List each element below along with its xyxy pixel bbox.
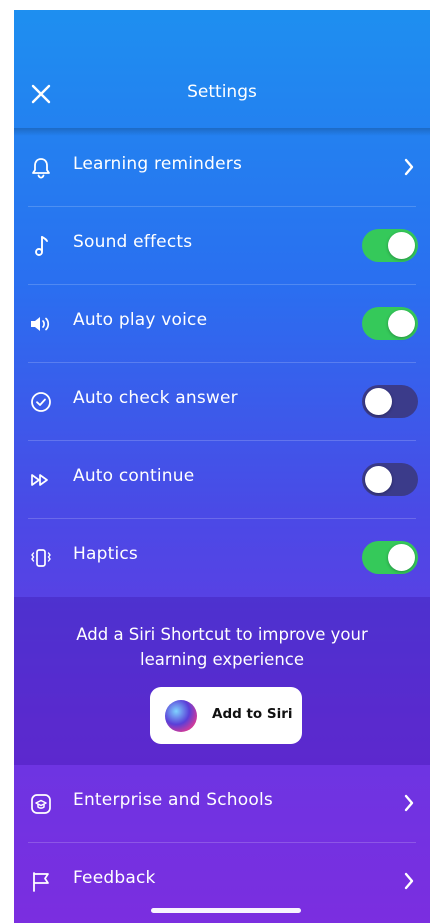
sound-effects-row: Sound effects (14, 207, 430, 285)
toggle-knob (365, 388, 392, 415)
chevron-right-icon (404, 158, 414, 176)
settings-screen: Settings Learning reminders Sound effect… (14, 10, 430, 923)
auto-play-voice-label: Auto play voice (73, 310, 208, 330)
learning-reminders-row[interactable]: Learning reminders (14, 129, 430, 207)
sound-effects-toggle[interactable] (362, 229, 418, 262)
top-bar: Settings (14, 10, 430, 136)
auto-continue-label: Auto continue (73, 466, 195, 486)
auto-check-answer-row: Auto check answer (14, 363, 430, 441)
siri-message: Add a Siri Shortcut to improve your lear… (76, 625, 368, 669)
auto-check-answer-toggle[interactable] (362, 385, 418, 418)
chevron-right-icon (404, 872, 414, 890)
learning-reminders-label: Learning reminders (73, 154, 243, 174)
feedback-label: Feedback (73, 868, 156, 888)
auto-continue-row: Auto continue (14, 441, 430, 519)
bell-icon (32, 158, 50, 179)
enterprise-schools-label: Enterprise and Schools (73, 790, 273, 810)
school-icon (31, 794, 51, 814)
add-to-siri-button[interactable]: Add to Siri (150, 687, 302, 744)
auto-play-voice-row: Auto play voice (14, 285, 430, 363)
siri-icon (165, 700, 197, 732)
music-note-icon (35, 236, 48, 256)
haptics-row: Haptics (14, 519, 430, 597)
toggle-knob (365, 466, 392, 493)
fast-forward-icon (31, 474, 48, 486)
speaker-icon (31, 317, 50, 331)
chevron-right-icon (404, 794, 414, 812)
haptics-label: Haptics (73, 544, 138, 564)
check-circle-icon (31, 392, 51, 412)
auto-check-answer-label: Auto check answer (73, 388, 238, 408)
auto-play-voice-toggle[interactable] (362, 307, 418, 340)
haptics-toggle[interactable] (362, 541, 418, 574)
vibrate-icon (31, 549, 51, 567)
page-title: Settings (187, 82, 257, 102)
toggle-knob (388, 544, 415, 571)
flag-icon (33, 872, 49, 892)
siri-shortcut-section: Add a Siri Shortcut to improve your lear… (14, 597, 430, 765)
auto-continue-toggle[interactable] (362, 463, 418, 496)
toggle-knob (388, 310, 415, 337)
sound-effects-label: Sound effects (73, 232, 193, 252)
toggle-knob (388, 232, 415, 259)
add-to-siri-label: Add to Siri (212, 706, 293, 722)
home-indicator (151, 908, 301, 913)
enterprise-schools-row[interactable]: Enterprise and Schools (14, 765, 430, 843)
